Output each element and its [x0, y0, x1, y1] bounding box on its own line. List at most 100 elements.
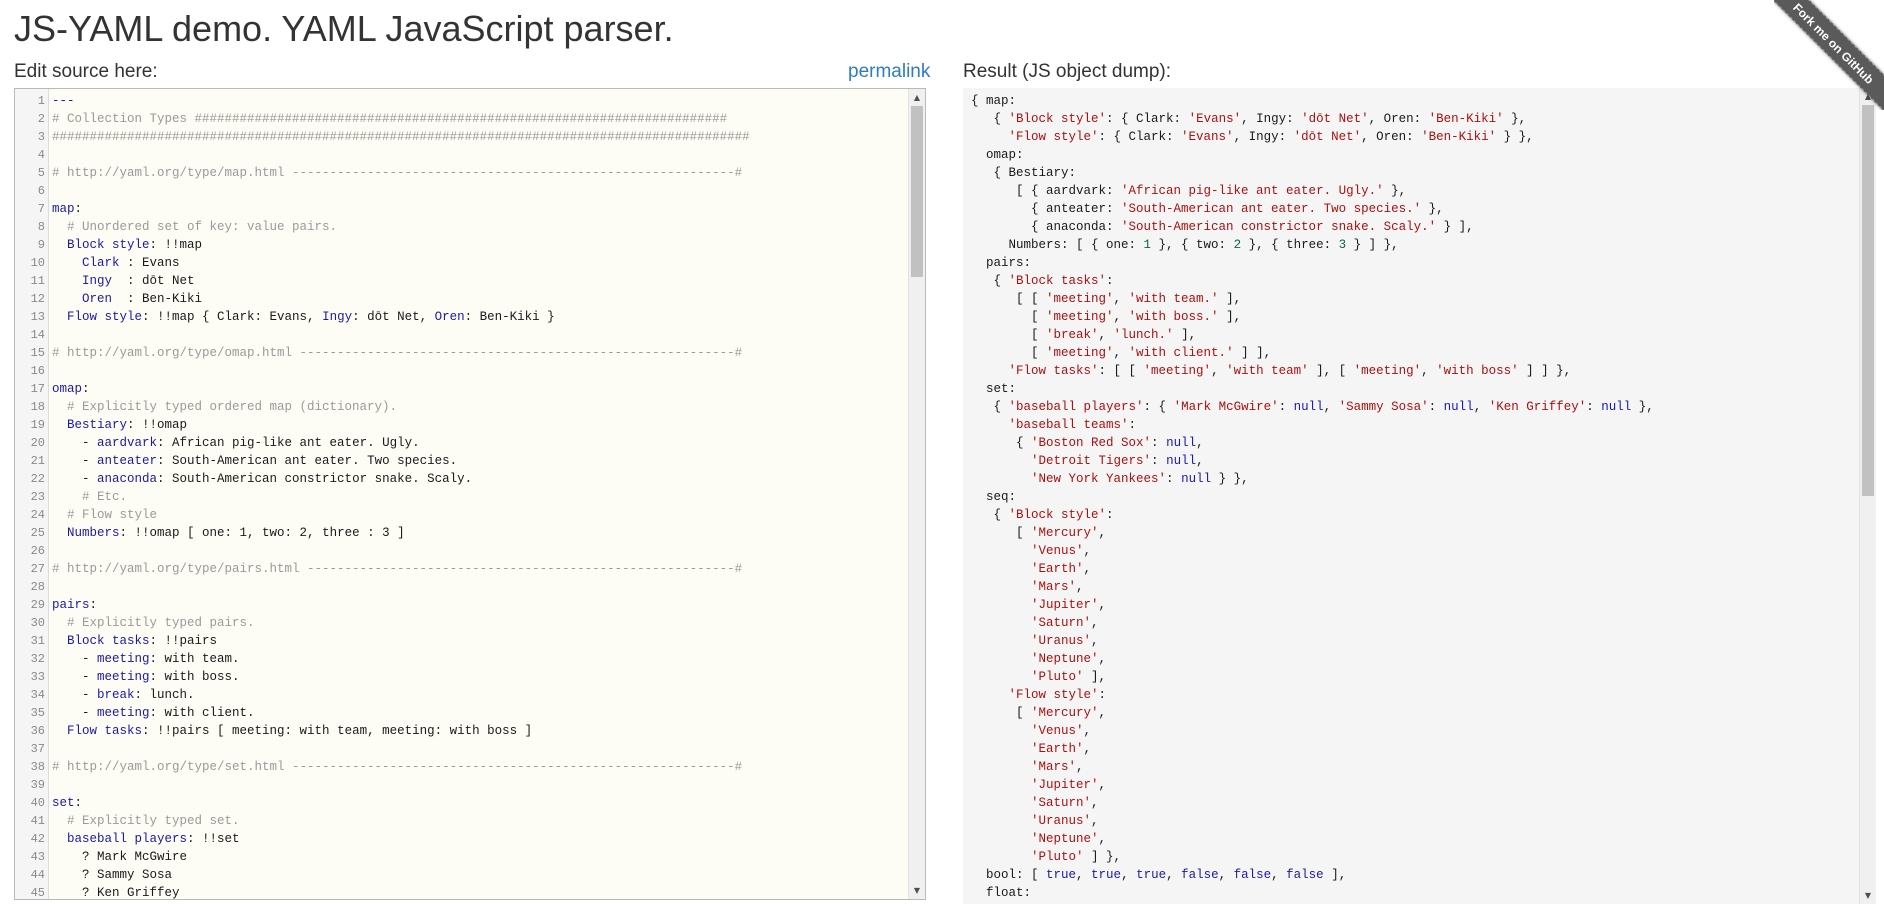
editor-line[interactable]: 35 - meeting: with client. — [15, 704, 908, 722]
editor-line[interactable]: 26 — [15, 542, 908, 560]
editor-line[interactable]: 41 # Explicitly typed set. — [15, 812, 908, 830]
editor-line[interactable]: 36 Flow tasks: !!pairs [ meeting: with t… — [15, 722, 908, 740]
line-text[interactable]: # Flow style — [52, 506, 157, 524]
code-token: Block tasks — [67, 634, 150, 648]
permalink-link[interactable]: permalink — [848, 60, 930, 84]
line-text[interactable]: # http://yaml.org/type/set.html --------… — [52, 758, 742, 776]
line-text[interactable]: # Explicitly typed set. — [52, 812, 240, 830]
editor-line[interactable]: 29 pairs: — [15, 596, 908, 614]
line-text[interactable]: - anaconda: South-American constrictor s… — [52, 470, 472, 488]
line-text[interactable]: Block style: !!map — [52, 236, 202, 254]
editor-line[interactable]: 22 - anaconda: South-American constricto… — [15, 470, 908, 488]
editor-line[interactable]: 18 # Explicitly typed ordered map (dicti… — [15, 398, 908, 416]
line-text[interactable]: pairs: — [52, 596, 97, 614]
github-ribbon[interactable]: Fork me on GitHub — [1774, 0, 1884, 110]
editor-line[interactable]: 21 - anteater: South-American ant eater.… — [15, 452, 908, 470]
editor-line[interactable]: 45 ? Ken Griffey — [15, 884, 908, 899]
editor-line[interactable]: 19 Bestiary: !!omap — [15, 416, 908, 434]
editor-line[interactable]: 23 # Etc. — [15, 488, 908, 506]
editor-line[interactable]: 28 — [15, 578, 908, 596]
editor-line[interactable]: 25 Numbers: !!omap [ one: 1, two: 2, thr… — [15, 524, 908, 542]
editor-line[interactable]: 27 # http://yaml.org/type/pairs.html ----… — [15, 560, 908, 578]
editor-line[interactable]: 39 — [15, 776, 908, 794]
line-text[interactable]: - meeting: with client. — [52, 704, 255, 722]
line-text[interactable]: # http://yaml.org/type/map.html --------… — [52, 164, 742, 182]
scroll-down-arrow-icon[interactable]: ▼ — [909, 882, 925, 899]
editor-line[interactable]: 38 # http://yaml.org/type/set.html ------… — [15, 758, 908, 776]
result-line: [ 'meeting', 'with boss.' ], — [971, 308, 1859, 326]
editor-line[interactable]: 5 # http://yaml.org/type/map.html -------… — [15, 164, 908, 182]
line-text[interactable]: Flow tasks: !!pairs [ meeting: with team… — [52, 722, 532, 740]
line-text[interactable]: # Explicitly typed ordered map (dictiona… — [52, 398, 397, 416]
line-text[interactable]: Block tasks: !!pairs — [52, 632, 217, 650]
scroll-up-arrow-icon[interactable]: ▲ — [909, 89, 925, 106]
editor-scrollbar-thumb[interactable] — [911, 106, 923, 277]
result-scrollbar[interactable]: ▲ ▼ — [1859, 88, 1876, 904]
line-text[interactable]: # Etc. — [52, 488, 127, 506]
line-text[interactable]: # Explicitly typed pairs. — [52, 614, 255, 632]
result-code-area: { map: { 'Block style': { Clark: 'Evans'… — [971, 92, 1859, 902]
line-text[interactable]: ########################################… — [52, 128, 750, 146]
fork-me-ribbon-label[interactable]: Fork me on GitHub — [1774, 0, 1884, 110]
line-text[interactable]: omap: — [52, 380, 90, 398]
line-text[interactable]: - anteater: South-American ant eater. Tw… — [52, 452, 457, 470]
editor-line[interactable]: 11 Ingy : dōt Net — [15, 272, 908, 290]
editor-line[interactable]: 4 — [15, 146, 908, 164]
editor-line[interactable]: 44 ? Sammy Sosa — [15, 866, 908, 884]
line-text[interactable]: - meeting: with boss. — [52, 668, 240, 686]
line-text[interactable]: # Unordered set of key: value pairs. — [52, 218, 337, 236]
editor-line[interactable]: 32 - meeting: with team. — [15, 650, 908, 668]
editor-line[interactable]: 9 Block style: !!map — [15, 236, 908, 254]
editor-line[interactable]: 34 - break: lunch. — [15, 686, 908, 704]
line-text[interactable]: # Collection Types #####################… — [52, 110, 727, 128]
editor-line[interactable]: 12 Oren : Ben-Kiki — [15, 290, 908, 308]
line-text[interactable]: ? Mark McGwire — [52, 848, 187, 866]
line-text[interactable]: # http://yaml.org/type/pairs.html ------… — [52, 560, 742, 578]
editor-line[interactable]: 33 - meeting: with boss. — [15, 668, 908, 686]
editor-line[interactable]: 14 — [15, 326, 908, 344]
line-text[interactable]: --- — [52, 92, 75, 110]
editor-line[interactable]: 20 - aardvark: African pig-like ant eate… — [15, 434, 908, 452]
line-text[interactable]: ? Sammy Sosa — [52, 866, 172, 884]
line-text[interactable]: Oren : Ben-Kiki — [52, 290, 202, 308]
editor-line[interactable]: 10 Clark : Evans — [15, 254, 908, 272]
editor-line[interactable]: 13 Flow style: !!map { Clark: Evans, Ing… — [15, 308, 908, 326]
line-text[interactable]: - meeting: with team. — [52, 650, 240, 668]
line-text[interactable]: Numbers: !!omap [ one: 1, two: 2, three … — [52, 524, 405, 542]
editor-line[interactable]: 37 — [15, 740, 908, 758]
line-text[interactable]: Clark : Evans — [52, 254, 180, 272]
editor-line[interactable]: 16 — [15, 362, 908, 380]
code-token: 'dōt Net' — [1293, 130, 1362, 144]
line-text[interactable]: ? Ken Griffey — [52, 884, 180, 899]
line-text[interactable]: Bestiary: !!omap — [52, 416, 187, 434]
line-text[interactable]: set: — [52, 794, 82, 812]
editor-line[interactable]: 30 # Explicitly typed pairs. — [15, 614, 908, 632]
line-text[interactable]: - aardvark: African pig-like ant eater. … — [52, 434, 420, 452]
editor-line[interactable]: 6 — [15, 182, 908, 200]
line-text[interactable]: map: — [52, 200, 82, 218]
yaml-source-editor[interactable]: 1 --- 2 # Collection Types ################… — [14, 88, 926, 900]
line-text[interactable]: # http://yaml.org/type/omap.html -------… — [52, 344, 742, 362]
scroll-down-arrow-icon[interactable]: ▼ — [1860, 887, 1876, 904]
editor-line[interactable]: 24 # Flow style — [15, 506, 908, 524]
line-text[interactable]: - break: lunch. — [52, 686, 195, 704]
editor-scrollbar[interactable]: ▲ ▼ — [908, 89, 925, 899]
line-text[interactable]: Ingy : dōt Net — [52, 272, 195, 290]
editor-line[interactable]: 31 Block tasks: !!pairs — [15, 632, 908, 650]
editor-line[interactable]: 15 # http://yaml.org/type/omap.html -----… — [15, 344, 908, 362]
editor-line[interactable]: 3 #######################################… — [15, 128, 908, 146]
editor-line[interactable]: 2 # Collection Types ####################… — [15, 110, 908, 128]
editor-line[interactable]: 8 # Unordered set of key: value pairs. — [15, 218, 908, 236]
editor-line[interactable]: 17 omap: — [15, 380, 908, 398]
editor-line[interactable]: 42 baseball players: !!set — [15, 830, 908, 848]
result-line: bool: [ true, true, true, false, false, … — [971, 866, 1859, 884]
editor-line[interactable]: 40 set: — [15, 794, 908, 812]
line-text[interactable]: Flow style: !!map { Clark: Evans, Ingy: … — [52, 308, 555, 326]
line-text[interactable]: baseball players: !!set — [52, 830, 240, 848]
code-token: - — [52, 436, 98, 450]
editor-line[interactable]: 1 --- — [15, 92, 908, 110]
editor-code-area[interactable]: 1 --- 2 # Collection Types ################… — [15, 92, 908, 899]
editor-line[interactable]: 43 ? Mark McGwire — [15, 848, 908, 866]
result-scrollbar-thumb[interactable] — [1862, 105, 1874, 496]
editor-line[interactable]: 7 map: — [15, 200, 908, 218]
